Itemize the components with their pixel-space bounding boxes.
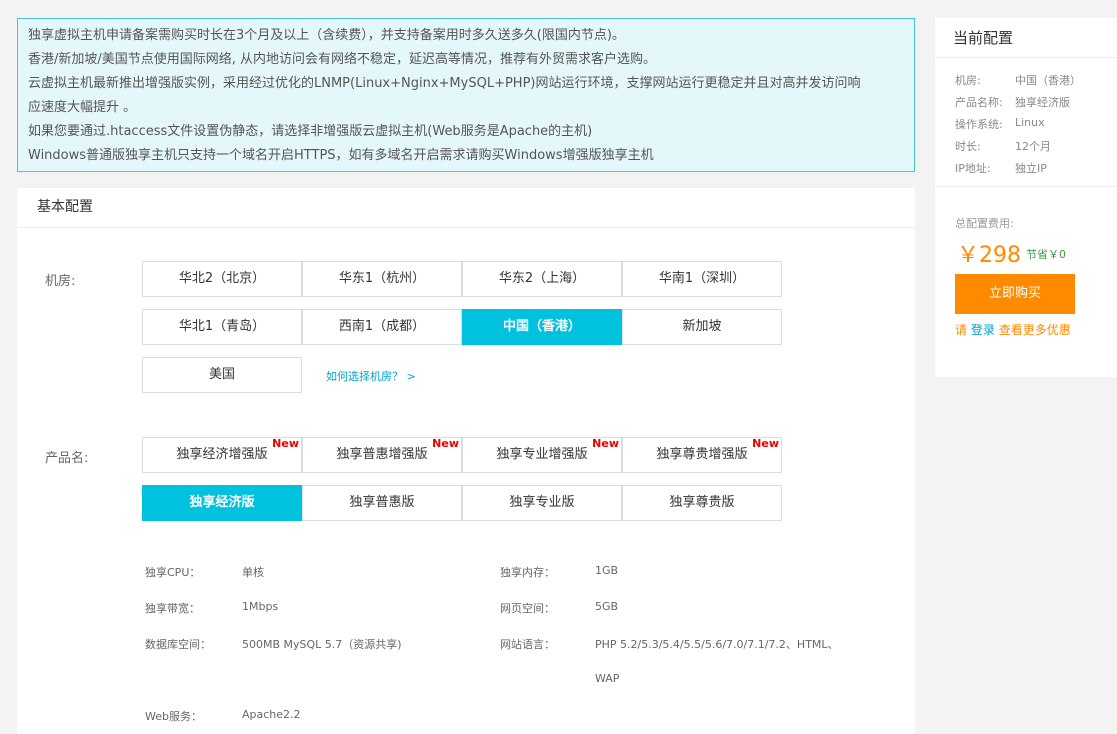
datacenter-option[interactable]: 华东2（上海） [462,261,622,297]
config-label-os: 操作系统: [955,118,1003,131]
current-config-title: 当前配置 [935,18,1117,58]
config-value-duration: 12个月 [1015,140,1051,153]
config-value-os: Linux [1015,116,1045,129]
basic-config-panel: 基本配置 机房: 华北2（北京） 华东1（杭州） 华东2（上海） 华南1（深圳）… [17,188,915,734]
notice-line: 云虚拟主机最新推出增强版实例，采用经过优化的LNMP(Linux+Nginx+M… [28,76,861,91]
config-label-duration: 时长: [955,140,981,153]
datacenter-label: 机房: [45,274,76,289]
product-option[interactable]: 独享普惠版 [302,485,462,521]
product-label: 产品名: [45,451,89,466]
notice-box: 独享虚拟主机申请备案需购买时长在3个月及以上（含续费），并支持备案用时多久送多久… [17,18,915,172]
product-option-label: 独享尊贵增强版 [656,447,748,462]
spec-cpu-label: 独享CPU： [145,566,201,579]
product-option[interactable]: 独享专业版 [462,485,622,521]
spec-memory-value: 1GB [595,564,619,577]
config-label-ip: IP地址: [955,162,991,175]
datacenter-option[interactable]: 华北1（青岛） [142,309,302,345]
datacenter-option[interactable]: 美国 [142,357,302,393]
new-badge: New [432,437,459,450]
product-option-label: 独享专业增强版 [496,447,588,462]
spec-cpu-value: 单核 [242,566,264,579]
spec-lang-label: 网站语言： [500,638,555,651]
login-suffix: 查看更多优惠 [998,323,1071,337]
datacenter-option[interactable]: 新加坡 [622,309,782,345]
product-option-selected[interactable]: 独享经济版 [142,485,302,521]
config-value-ip: 独立IP [1015,162,1047,175]
spec-bandwidth-label: 独享带宽： [145,602,200,615]
buy-now-button[interactable]: 立即购买 [955,274,1075,314]
product-option-label: 独享经济增强版 [176,447,268,462]
total-price: ￥298 [957,243,1021,268]
spec-db-label: 数据库空间： [145,638,211,651]
spec-memory-label: 独享内存： [500,566,555,579]
basic-config-title: 基本配置 [17,188,915,228]
datacenter-option[interactable]: 华北2（北京） [142,261,302,297]
spec-lang-value: PHP 5.2/5.3/5.4/5.5/5.6/7.0/7.1/7.2、HTML… [595,638,839,651]
login-prefix: 请 [955,323,968,337]
divider [935,186,1117,187]
login-link[interactable]: 登录 [971,323,995,337]
total-cost-label: 总配置费用: [955,217,1014,230]
new-badge: New [272,437,299,450]
spec-web-value: Apache2.2 [242,708,301,721]
spec-webspace-value: 5GB [595,600,619,613]
datacenter-help-link[interactable]: 如何选择机房？ > [326,368,416,384]
notice-line: 应速度大幅提升 。 [28,100,137,115]
login-prompt: 请 登录 查看更多优惠 [955,321,1071,338]
product-option-label: 独享普惠增强版 [336,447,428,462]
config-value-product: 独享经济版 [1015,96,1070,109]
spec-db-value: 500MB MySQL 5.7（资源共享) [242,638,402,651]
config-label-datacenter: 机房: [955,74,981,87]
datacenter-option[interactable]: 西南1（成都） [302,309,462,345]
new-badge: New [752,437,779,450]
savings-text: 节省￥0 [1026,248,1066,261]
datacenter-option[interactable]: 华东1（杭州） [302,261,462,297]
product-option[interactable]: 独享经济增强版 New [142,437,302,473]
config-value-datacenter: 中国（香港） [1015,74,1081,87]
spec-bandwidth-value: 1Mbps [242,600,279,613]
spec-webspace-label: 网页空间： [500,602,555,615]
spec-lang-value-cont: WAP [595,672,620,685]
notice-line: 独享虚拟主机申请备案需购买时长在3个月及以上（含续费），并支持备案用时多久送多久… [28,28,625,43]
spec-web-label: Web服务： [145,710,202,723]
product-option[interactable]: 独享普惠增强版 New [302,437,462,473]
notice-line: 香港/新加坡/美国节点使用国际网络, 从内地访问会有网络不稳定，延迟高等情况，推… [28,52,657,67]
new-badge: New [592,437,619,450]
product-option[interactable]: 独享尊贵增强版 New [622,437,782,473]
product-option[interactable]: 独享尊贵版 [622,485,782,521]
notice-line: 如果您要通过.htaccess文件设置伪静态，请选择非增强版云虚拟主机(Web服… [28,124,593,139]
datacenter-option[interactable]: 华南1（深圳） [622,261,782,297]
config-label-product: 产品名称: [955,96,1003,109]
current-config-panel: 当前配置 机房: 中国（香港） 产品名称: 独享经济版 操作系统: Linux … [935,18,1117,377]
datacenter-option-selected[interactable]: 中国（香港） [462,309,622,345]
product-option[interactable]: 独享专业增强版 New [462,437,622,473]
notice-line: Windows普通版独享主机只支持一个域名开启HTTPS，如有多域名开启需求请购… [28,148,654,163]
